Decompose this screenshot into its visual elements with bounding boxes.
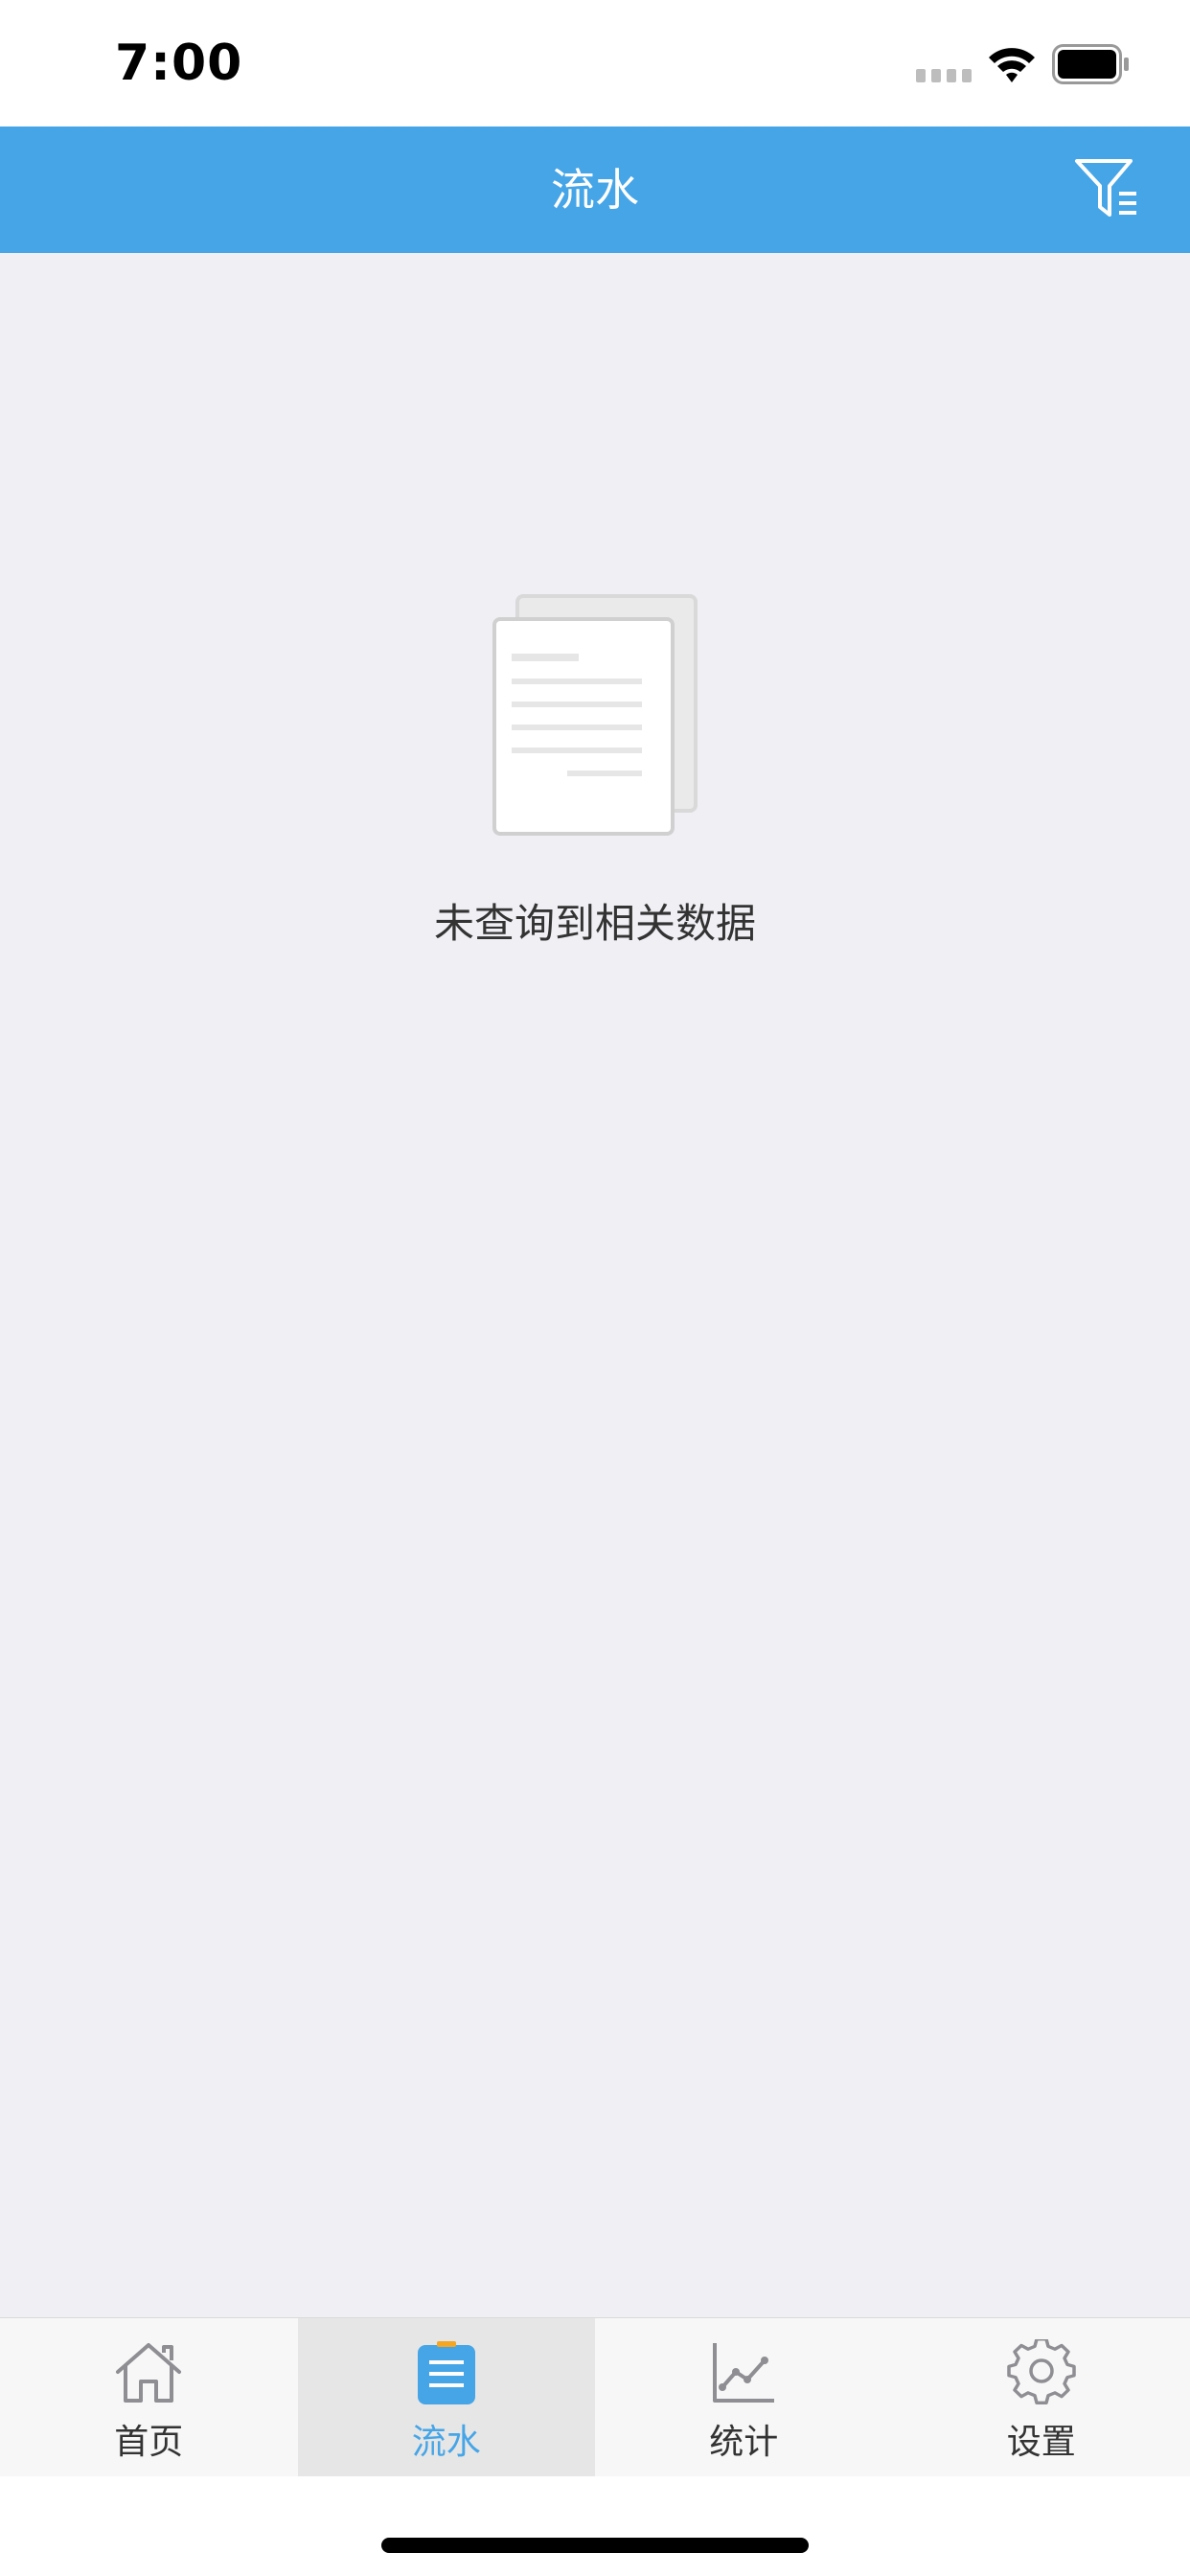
gear-icon <box>1007 2337 1076 2404</box>
wifi-icon <box>989 48 1035 82</box>
tab-settings[interactable]: 设置 <box>893 2318 1190 2477</box>
clipboard-list-icon <box>417 2341 475 2404</box>
battery-icon <box>1052 44 1129 84</box>
line-chart-icon <box>713 2343 775 2403</box>
tab-statistics-label: 统计 <box>709 2423 779 2462</box>
status-time: 7:00 <box>115 34 243 92</box>
tab-bar: 首页 流水 统计 设置 <box>0 2317 1190 2477</box>
navigation-bar: 流水 <box>0 126 1190 253</box>
tab-statistics[interactable]: 统计 <box>595 2318 893 2477</box>
home-icon <box>116 2343 182 2403</box>
home-indicator-area <box>0 2476 1190 2576</box>
screen: 7:00 流水 未查询到相关数据 首页 流水 统计 设置 <box>0 0 1190 2576</box>
home-indicator[interactable] <box>381 2538 809 2553</box>
page-title: 流水 <box>551 164 639 216</box>
document-icon <box>492 594 698 836</box>
tab-flow[interactable]: 流水 <box>297 2318 595 2477</box>
signal-icon <box>916 69 972 82</box>
status-bar: 7:00 <box>0 0 1190 126</box>
filter-button[interactable] <box>1073 155 1150 224</box>
filter-icon <box>1075 159 1136 217</box>
tab-settings-label: 设置 <box>1006 2423 1076 2462</box>
tab-flow-label: 流水 <box>411 2423 481 2462</box>
tab-home[interactable]: 首页 <box>0 2318 298 2477</box>
empty-message: 未查询到相关数据 <box>433 900 756 947</box>
tab-home-label: 首页 <box>114 2423 184 2462</box>
